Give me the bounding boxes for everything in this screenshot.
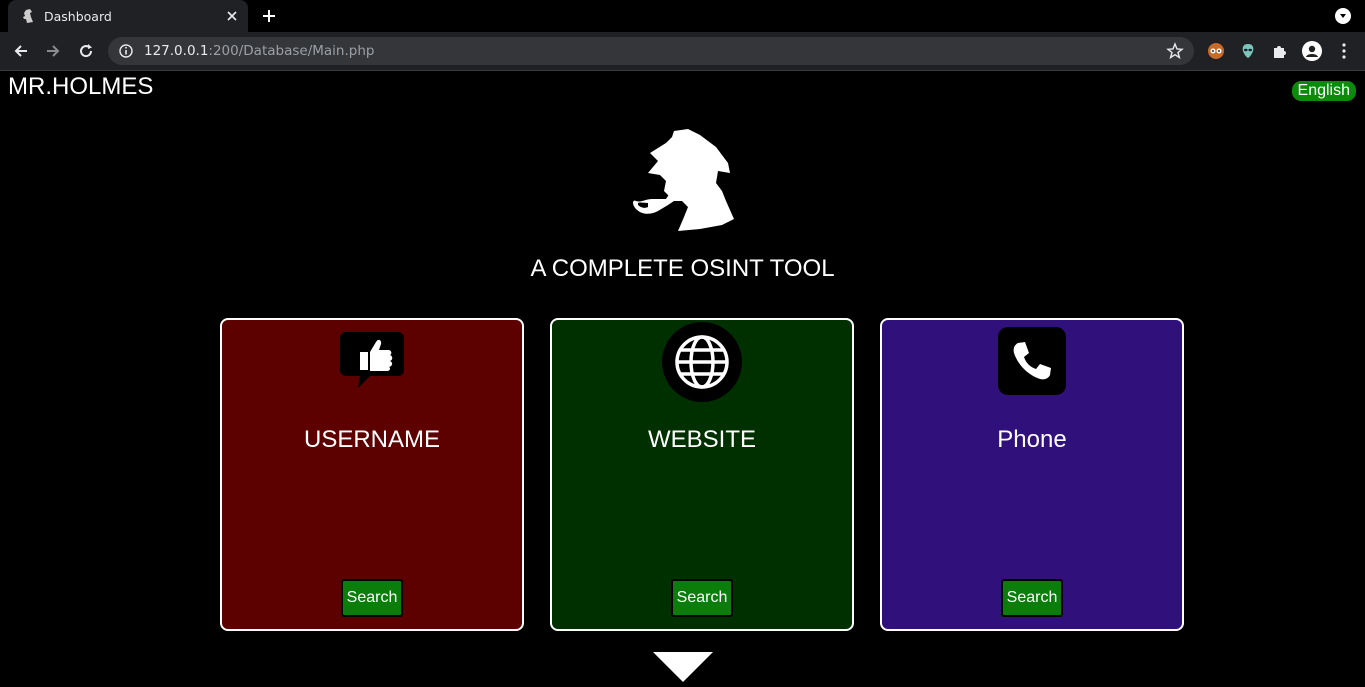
browser-menu-icon[interactable] xyxy=(1334,41,1354,61)
extension-glasses-icon[interactable] xyxy=(1206,41,1226,61)
site-info-icon[interactable] xyxy=(118,43,134,59)
extension-alien-icon[interactable] xyxy=(1238,41,1258,61)
tagline: A COMPLETE OSINT TOOL xyxy=(530,255,835,282)
profile-avatar-icon[interactable] xyxy=(1302,41,1322,61)
url-text: 127.0.0.1:200/Database/Main.php xyxy=(144,43,374,59)
sherlock-favicon-icon xyxy=(23,9,33,23)
url-path: :200/Database/Main.php xyxy=(208,43,375,59)
new-tab-icon[interactable] xyxy=(260,7,278,25)
website-search-button[interactable]: Search xyxy=(671,579,733,617)
phone-icon xyxy=(998,327,1066,395)
card-title: USERNAME xyxy=(303,426,441,453)
sherlock-logo-icon xyxy=(633,129,734,231)
page-content: MR.HOLMES English A COMPLETE OSINT TOOL … xyxy=(0,71,1365,687)
tab-title: Dashboard xyxy=(44,8,112,24)
back-icon[interactable] xyxy=(10,40,32,62)
username-search-button[interactable]: Search xyxy=(341,579,403,617)
scroll-down-arrow-icon[interactable] xyxy=(653,652,713,682)
bookmark-star-icon[interactable] xyxy=(1166,42,1184,60)
tab-close-icon[interactable] xyxy=(224,8,240,24)
brand-title: MR.HOLMES xyxy=(8,73,154,100)
browser-tab-bar: Dashboard xyxy=(0,0,1365,32)
phone-search-button[interactable]: Search xyxy=(1001,579,1063,617)
tab-search-icon[interactable] xyxy=(1335,8,1351,24)
reload-icon[interactable] xyxy=(75,40,97,62)
url-host: 127.0.0.1 xyxy=(144,43,209,59)
website-card: WEBSITE Search xyxy=(550,318,854,631)
card-title: WEBSITE xyxy=(647,426,756,453)
forward-icon[interactable] xyxy=(42,40,64,62)
thumbs-up-speech-icon xyxy=(340,332,404,388)
phone-card: Phone Search xyxy=(880,318,1184,631)
address-bar[interactable]: 127.0.0.1:200/Database/Main.php xyxy=(108,37,1194,65)
card-title: Phone xyxy=(997,426,1067,453)
language-button[interactable]: English xyxy=(1291,81,1356,101)
browser-tab[interactable]: Dashboard xyxy=(8,0,248,32)
username-card: USERNAME Search xyxy=(220,318,524,631)
browser-toolbar: 127.0.0.1:200/Database/Main.php xyxy=(0,32,1365,71)
extensions-puzzle-icon[interactable] xyxy=(1270,41,1290,61)
globe-icon xyxy=(662,322,742,402)
